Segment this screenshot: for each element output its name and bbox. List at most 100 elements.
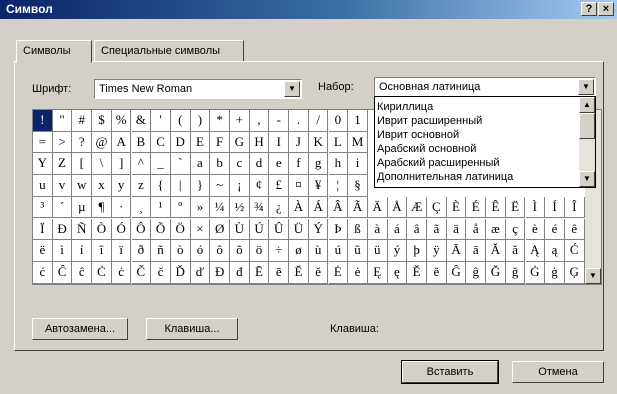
symbol-cell[interactable]: ċ [111, 261, 132, 284]
symbol-cell[interactable]: Ä [367, 196, 388, 219]
symbol-cell[interactable]: Z [52, 153, 73, 176]
symbol-cell[interactable]: * [210, 110, 230, 132]
symbol-cell[interactable]: Ñ [72, 218, 93, 241]
symbol-cell[interactable]: e [269, 153, 290, 176]
symbol-cell[interactable]: â [407, 218, 427, 241]
symbol-cell[interactable]: ć [33, 261, 53, 284]
dropdown-scroll-up-button[interactable]: ▲ [579, 97, 595, 113]
symbol-cell[interactable]: » [190, 196, 211, 219]
symbol-cell[interactable]: w [72, 175, 93, 197]
insert-button[interactable]: Вставить [401, 360, 499, 384]
symbol-cell[interactable]: , [249, 110, 270, 132]
symbol-cell[interactable]: ` [170, 153, 191, 176]
symbol-cell[interactable]: a [190, 153, 211, 176]
symbol-cell[interactable]: Ģ [564, 261, 585, 284]
symbol-cell[interactable]: } [190, 175, 211, 197]
symbol-cell[interactable]: å [466, 218, 487, 241]
subset-option[interactable]: Арабский расширенный [377, 157, 500, 170]
symbol-cell[interactable]: Ó [111, 218, 132, 241]
symbol-cell[interactable]: D [170, 131, 191, 154]
symbol-cell[interactable]: y [111, 175, 132, 197]
symbol-cell[interactable]: é [545, 218, 565, 241]
symbol-cell[interactable]: J [289, 131, 309, 154]
symbol-cell[interactable]: µ [72, 196, 93, 219]
dropdown-scroll-down-button[interactable]: ▼ [579, 171, 595, 187]
symbol-cell[interactable]: Ï [33, 218, 53, 241]
symbol-cell[interactable]: E [190, 131, 211, 154]
symbol-cell[interactable]: · [111, 196, 132, 219]
symbol-cell[interactable]: Ĕ [289, 261, 309, 284]
subset-select[interactable]: Основная латиница ▼ [374, 77, 596, 97]
symbol-cell[interactable]: Ô [131, 218, 152, 241]
symbol-cell[interactable]: Ă [486, 240, 506, 262]
symbol-cell[interactable]: Ć [564, 240, 585, 262]
symbol-cell[interactable]: ! [33, 110, 53, 132]
symbol-cell[interactable]: L [328, 131, 349, 154]
symbol-cell[interactable]: M [348, 131, 368, 154]
symbol-cell[interactable]: ó [190, 240, 211, 262]
symbol-cell[interactable]: Ĝ [446, 261, 467, 284]
symbol-cell[interactable]: è [525, 218, 546, 241]
symbol-cell[interactable]: ' [151, 110, 171, 132]
symbol-cell[interactable]: £ [269, 175, 290, 197]
tab-symbols[interactable]: Символы [16, 40, 92, 63]
symbol-cell[interactable]: ö [249, 240, 270, 262]
symbol-cell[interactable]: % [111, 110, 132, 132]
tab-special-characters[interactable]: Специальные символы [94, 40, 244, 62]
symbol-cell[interactable]: đ [230, 261, 250, 284]
symbol-cell[interactable]: / [308, 110, 329, 132]
symbol-cell[interactable]: ³ [33, 196, 53, 219]
symbol-cell[interactable]: \ [92, 153, 112, 176]
symbol-cell[interactable]: ě [427, 261, 447, 284]
symbol-cell[interactable]: Ò [92, 218, 112, 241]
subset-option[interactable]: Иврит основной [377, 129, 459, 142]
symbol-cell[interactable]: Ğ [486, 261, 506, 284]
symbol-cell[interactable]: ½ [230, 196, 250, 219]
symbol-cell[interactable]: ? [72, 131, 93, 154]
symbol-cell[interactable]: Ġ [525, 261, 546, 284]
symbol-cell[interactable]: Ý [308, 218, 329, 241]
font-dropdown-button[interactable]: ▼ [284, 81, 300, 97]
symbol-cell[interactable]: 0 [328, 110, 349, 132]
symbol-cell[interactable]: Á [308, 196, 329, 219]
symbol-cell[interactable]: Ì [525, 196, 546, 219]
symbol-cell[interactable]: Ę [367, 261, 388, 284]
symbol-cell[interactable]: É [466, 196, 487, 219]
symbol-cell[interactable]: ä [446, 218, 467, 241]
symbol-cell[interactable]: u [33, 175, 53, 197]
symbol-cell[interactable]: Ė [328, 261, 349, 284]
symbol-cell[interactable]: Î [564, 196, 585, 219]
symbol-cell[interactable]: ´ [52, 196, 73, 219]
symbol-cell[interactable]: à [367, 218, 388, 241]
symbol-cell[interactable]: Ď [170, 261, 191, 284]
symbol-cell[interactable]: Č [131, 261, 152, 284]
symbol-cell[interactable]: . [289, 110, 309, 132]
symbol-cell[interactable]: d [249, 153, 270, 176]
subset-option[interactable]: Арабский основной [377, 143, 476, 156]
symbol-cell[interactable]: ß [348, 218, 368, 241]
symbol-cell[interactable]: ġ [545, 261, 565, 284]
symbol-cell[interactable]: ] [111, 153, 132, 176]
symbol-cell[interactable]: Y [33, 153, 53, 176]
symbol-cell[interactable]: ă [505, 240, 526, 262]
symbol-cell[interactable]: þ [407, 240, 427, 262]
symbol-cell[interactable]: Â [328, 196, 349, 219]
symbol-cell[interactable]: Ą [525, 240, 546, 262]
symbol-cell[interactable]: Æ [407, 196, 427, 219]
symbol-cell[interactable]: { [151, 175, 171, 197]
cancel-button[interactable]: Отмена [512, 361, 604, 383]
symbol-cell[interactable]: # [72, 110, 93, 132]
symbol-cell[interactable]: I [269, 131, 290, 154]
symbol-cell[interactable]: ğ [505, 261, 526, 284]
symbol-cell[interactable]: č [151, 261, 171, 284]
symbol-cell[interactable]: ę [387, 261, 408, 284]
symbol-cell[interactable]: ¾ [249, 196, 270, 219]
symbol-cell[interactable]: ü [367, 240, 388, 262]
symbol-cell[interactable]: ^ [131, 153, 152, 176]
symbol-cell[interactable]: ç [505, 218, 526, 241]
symbol-cell[interactable]: ã [427, 218, 447, 241]
symbol-cell[interactable]: È [446, 196, 467, 219]
symbol-cell[interactable]: § [348, 175, 368, 197]
symbol-cell[interactable]: ~ [210, 175, 230, 197]
grid-scroll-down-button[interactable]: ▼ [585, 268, 601, 284]
